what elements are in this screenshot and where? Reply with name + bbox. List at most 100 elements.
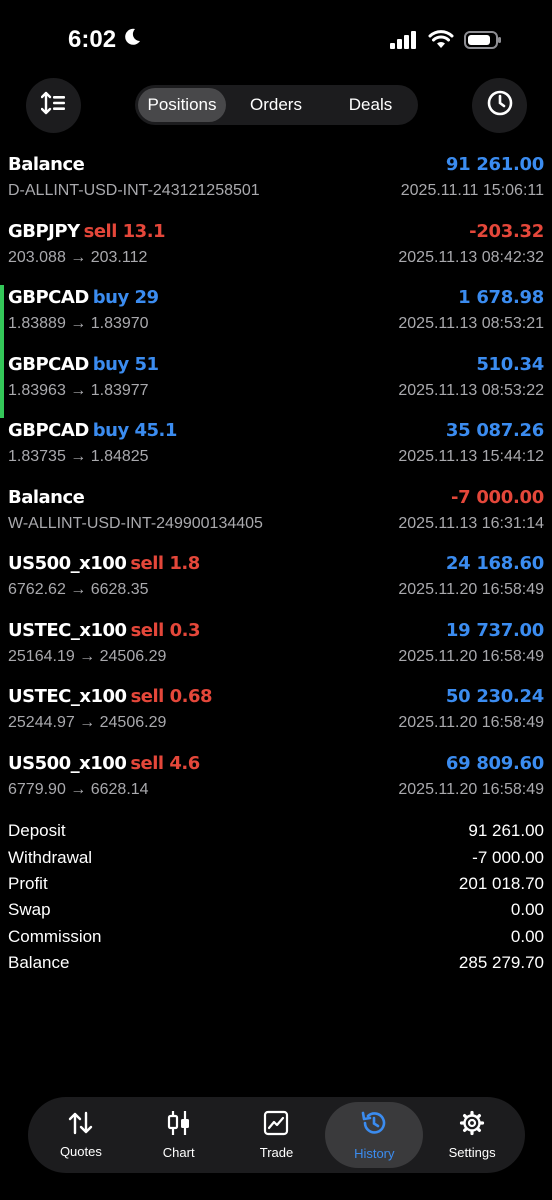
summary-row: Deposit 91 261.00 xyxy=(8,818,544,844)
sort-button[interactable] xyxy=(26,78,81,133)
item-symbol: US500_x100 xyxy=(8,752,127,774)
gear-icon xyxy=(459,1110,485,1139)
status-time: 6:02 xyxy=(68,26,142,54)
nav-quotes[interactable]: Quotes xyxy=(32,1102,130,1168)
trade-chart-icon xyxy=(263,1110,289,1139)
nav-trade-label: Trade xyxy=(259,1145,294,1160)
battery-icon xyxy=(464,30,502,55)
nav-settings-label: Settings xyxy=(448,1145,496,1160)
summary-label: Withdrawal xyxy=(8,847,93,867)
item-action: buy 45.1 xyxy=(92,420,178,441)
item-detail: 1.83735 → 1.84825 xyxy=(8,448,149,465)
item-detail: 1.83889 → 1.83970 xyxy=(8,315,149,332)
item-action: sell 0.3 xyxy=(130,619,201,641)
item-detail: W-ALLINT-USD-INT-249900134405 xyxy=(8,514,263,532)
toolbar: Positions Orders Deals xyxy=(0,78,552,134)
summary-label: Balance xyxy=(8,953,70,973)
nav-quotes-label: Quotes xyxy=(59,1144,102,1159)
item-symbol: GBPCAD xyxy=(8,287,89,308)
item-detail: 6762.62 → 6628.35 xyxy=(8,581,149,598)
clock-icon xyxy=(486,89,514,122)
item-detail: 203.088 → 203.112 xyxy=(8,248,148,266)
list-item[interactable]: US500_x100 sell 4.6 69 809.60 6779.90 → 66… xyxy=(0,751,552,818)
item-amount: -7 000.00 xyxy=(450,486,544,508)
item-time: 2025.11.13 08:53:22 xyxy=(398,381,544,399)
nav-history[interactable]: History xyxy=(325,1102,424,1168)
item-time: 2025.11.13 15:44:12 xyxy=(398,448,544,465)
sort-icon xyxy=(40,91,67,120)
item-action: buy 51 xyxy=(92,353,159,375)
item-detail: 25244.97 → 24506.29 xyxy=(8,714,167,731)
item-amount: 35 087.26 xyxy=(445,420,544,441)
item-symbol: GBPJPY xyxy=(8,220,80,242)
tab-orders[interactable]: Orders xyxy=(226,88,326,122)
list-item[interactable]: GBPCAD buy 45.1 35 087.26 1.83735 → 1.8482… xyxy=(0,418,552,485)
history-clock-icon xyxy=(360,1109,388,1140)
list-item[interactable]: US500_x100 sell 1.8 24 168.60 6762.62 → 66… xyxy=(0,551,552,618)
list-item[interactable]: Balance 91 261.00 D-ALLINT-USD-INT-243121… xyxy=(0,152,552,219)
list-item[interactable]: GBPJPY sell 13.1 -203.32 203.088 → 203.112… xyxy=(0,219,552,286)
item-amount: 69 809.60 xyxy=(445,752,544,774)
item-amount: 91 261.00 xyxy=(445,154,544,175)
moon-icon xyxy=(122,26,142,54)
candlestick-icon xyxy=(167,1110,191,1139)
item-time: 2025.11.13 08:53:21 xyxy=(398,315,544,332)
summary-label: Swap xyxy=(8,900,51,920)
item-symbol: USTEC_x100 xyxy=(8,619,127,641)
item-action: sell 0.68 xyxy=(130,686,213,707)
item-symbol: GBPCAD xyxy=(8,420,89,441)
clock-text: 6:02 xyxy=(68,26,117,53)
period-button[interactable] xyxy=(472,78,527,133)
item-time: 2025.11.20 16:58:49 xyxy=(398,581,544,598)
summary-row: Commission 0.00 xyxy=(8,924,544,950)
nav-history-label: History xyxy=(354,1146,395,1161)
item-amount: 50 230.24 xyxy=(445,686,544,707)
item-amount: 24 168.60 xyxy=(445,553,544,574)
nav-chart[interactable]: Chart xyxy=(130,1102,228,1168)
nav-trade[interactable]: Trade xyxy=(228,1102,326,1168)
list-item[interactable]: GBPCAD buy 51 510.34 1.83963 → 1.83977 2025… xyxy=(0,351,552,418)
list-item[interactable]: GBPCAD buy 29 1 678.98 1.83889 → 1.83970 20… xyxy=(0,285,552,352)
list-item[interactable]: USTEC_x100 sell 0.68 50 230.24 25244.97 → … xyxy=(0,684,552,751)
item-action: sell 13.1 xyxy=(83,220,166,242)
tab-positions[interactable]: Positions xyxy=(138,88,226,122)
signal-icon xyxy=(390,31,418,54)
item-amount: 510.34 xyxy=(476,353,544,375)
item-detail: 25164.19 → 24506.29 xyxy=(8,647,167,665)
highlight-bar xyxy=(0,351,4,418)
status-bar: 6:02 xyxy=(0,0,552,80)
summary-value: 91 261.00 xyxy=(468,821,544,841)
quotes-arrows-icon xyxy=(67,1111,95,1138)
item-action: sell 4.6 xyxy=(130,752,200,774)
item-action: buy 29 xyxy=(92,287,159,308)
summary-label: Profit xyxy=(8,873,48,893)
history-list: Balance 91 261.00 D-ALLINT-USD-INT-243121… xyxy=(0,152,552,817)
item-symbol: US500_x100 xyxy=(8,553,127,574)
segmented-control: Positions Orders Deals xyxy=(135,85,418,125)
wifi-icon xyxy=(428,30,454,55)
list-item[interactable]: USTEC_x100 sell 0.3 19 737.00 25164.19 → 2… xyxy=(0,618,552,685)
bottom-nav: Quotes Chart Trade History Settings xyxy=(28,1097,525,1173)
item-amount: 19 737.00 xyxy=(445,619,544,641)
nav-settings[interactable]: Settings xyxy=(423,1102,521,1168)
status-icons xyxy=(390,30,502,55)
nav-chart-label: Chart xyxy=(162,1145,195,1160)
summary-row: Profit 201 018.70 xyxy=(8,871,544,897)
item-time: 2025.11.20 16:58:49 xyxy=(398,647,544,665)
summary-value: 0.00 xyxy=(510,900,544,920)
summary-value: 285 279.70 xyxy=(458,953,544,973)
item-amount: 1 678.98 xyxy=(458,287,544,308)
item-symbol: Balance xyxy=(8,154,85,175)
list-item[interactable]: Balance -7 000.00 W-ALLINT-USD-INT-249900… xyxy=(0,485,552,552)
summary-row: Balance 285 279.70 xyxy=(8,950,544,976)
item-symbol: USTEC_x100 xyxy=(8,686,127,707)
highlight-bar xyxy=(0,285,4,352)
item-detail: D-ALLINT-USD-INT-243121258501 xyxy=(8,182,260,199)
summary-value: -7 000.00 xyxy=(472,847,544,867)
summary-row: Swap 0.00 xyxy=(8,897,544,923)
summary: Deposit 91 261.00 Withdrawal -7 000.00 Pro… xyxy=(8,818,544,976)
summary-label: Commission xyxy=(8,926,102,946)
tab-deals[interactable]: Deals xyxy=(326,88,415,122)
item-time: 2025.11.13 08:42:32 xyxy=(398,248,544,266)
item-symbol: GBPCAD xyxy=(8,353,89,375)
